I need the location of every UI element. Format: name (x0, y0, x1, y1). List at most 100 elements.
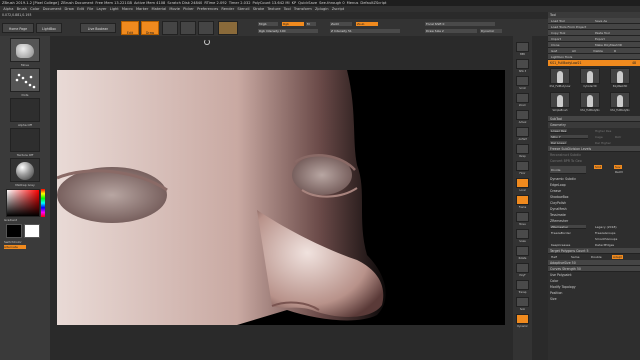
shelf-solo-button[interactable] (516, 297, 529, 307)
brush-thumbnail[interactable] (10, 38, 40, 62)
shelf-dynamic-button[interactable] (516, 314, 529, 324)
double-button[interactable]: Double (590, 255, 603, 259)
tool-all-button[interactable]: All (571, 49, 577, 53)
material-thumbnail[interactable] (10, 158, 40, 182)
zremesher-button[interactable]: ZRemesher (550, 225, 586, 229)
menu-file[interactable]: File (87, 7, 93, 11)
shelf-transp-button[interactable] (516, 280, 529, 290)
menu-tool[interactable]: Tool (284, 7, 291, 11)
tool-import-button[interactable]: Import (550, 37, 562, 41)
smt-toggle[interactable]: Smt (594, 165, 603, 169)
texture-thumbnail[interactable] (10, 128, 40, 152)
stroke-thumbnail[interactable] (10, 68, 40, 92)
rotate-button[interactable] (198, 21, 214, 35)
divide-button[interactable]: Divide (550, 166, 586, 174)
hue-strip[interactable] (41, 189, 45, 217)
dynamic-toggle[interactable]: Dynamic (480, 29, 502, 33)
tool-r-button[interactable]: R (613, 49, 617, 53)
switch-color-button[interactable]: SwitchColor (4, 240, 44, 244)
draw-button[interactable]: Draw (141, 21, 159, 35)
rotate-handle-icon[interactable] (204, 39, 210, 45)
shelf-move-button[interactable] (516, 212, 529, 222)
shelf-scale-button[interactable] (516, 229, 529, 239)
shelf-scroll-button[interactable] (516, 76, 529, 86)
rgb-toggle[interactable]: Rgb (282, 22, 304, 26)
tool-thumbnail[interactable] (580, 68, 600, 84)
rgb-intensity-slider[interactable]: Rgb Intensity 100 (258, 29, 318, 33)
scale-button[interactable] (180, 21, 196, 35)
color-picker[interactable] (6, 189, 40, 217)
tool-load-tool-button[interactable]: Load Tool (550, 19, 566, 23)
tool-make-polymesh3d-button[interactable]: Make PolyMesh3D (594, 43, 623, 47)
tool-thumbnail[interactable] (550, 92, 570, 108)
menu-edit[interactable]: Edit (77, 7, 84, 11)
menu-alpha[interactable]: Alpha (3, 7, 13, 11)
main-color-swatch[interactable] (6, 224, 22, 238)
shelf-actual-button[interactable] (516, 110, 529, 120)
focal-shift-slider[interactable]: Focal Shift 0 (425, 22, 495, 26)
menu-texture[interactable]: Texture (267, 7, 280, 11)
menu-draw[interactable]: Draw (65, 7, 74, 11)
shelf-aahalf-button[interactable] (516, 127, 529, 137)
alternate-button[interactable]: Alternate (4, 245, 26, 249)
tool-thumbnail[interactable] (610, 68, 630, 84)
menu-movie[interactable]: Movie (169, 7, 180, 11)
detect-edges-toggle[interactable]: DetectEdges (594, 243, 615, 247)
menu-zscript[interactable]: Zscript (332, 7, 344, 11)
menu-material[interactable]: Material (152, 7, 167, 11)
mrgb-toggle[interactable]: Mrgb (258, 22, 278, 26)
move-button[interactable] (162, 21, 178, 35)
menu-brush[interactable]: Brush (17, 7, 27, 11)
menu-macro[interactable]: Macro (122, 7, 133, 11)
tool-lightbox-tools-button[interactable]: Lightbox Tools (550, 55, 573, 59)
menu-transform[interactable]: Transform (294, 7, 312, 11)
menu-document[interactable]: Document (43, 7, 62, 11)
home-page-button[interactable]: Home Page (2, 23, 34, 33)
menu-stroke[interactable]: Stroke (253, 7, 264, 11)
zsub-toggle[interactable]: Zsub (356, 22, 378, 26)
tool-copy-tool-button[interactable]: Copy Tool (550, 31, 566, 35)
z-intensity-slider[interactable]: Z Intensity 51 (330, 29, 400, 33)
menu-preferences[interactable]: Preferences (197, 7, 218, 11)
lightbox-button[interactable]: LightBox (36, 23, 62, 33)
3d-viewport[interactable] (57, 70, 505, 325)
suv-toggle[interactable]: Suv (614, 165, 622, 169)
cage-button[interactable]: Cage (594, 135, 604, 139)
tool-clone-button[interactable]: Clone (550, 43, 561, 47)
menu-layer[interactable]: Layer (96, 7, 106, 11)
live-boolean-button[interactable]: Live Boolean (80, 23, 116, 33)
menu-zplugin[interactable]: Zplugin (315, 7, 329, 11)
draw-size-slider[interactable]: Draw Size 2 (425, 29, 477, 33)
freeze-groups-toggle[interactable]: FreezeGroups (594, 231, 616, 235)
size-header[interactable]: Size (548, 296, 640, 302)
adapt-toggle[interactable]: Adapt (612, 255, 623, 259)
menu-picker[interactable]: Picker (183, 7, 194, 11)
material-swatch[interactable] (218, 21, 238, 35)
higher-res-button[interactable]: Higher Res (594, 129, 612, 133)
reuv-toggle[interactable]: ReUV (614, 170, 624, 174)
menu-color[interactable]: Color (30, 7, 39, 11)
shelf-floor-button[interactable] (516, 161, 529, 171)
shelf-frame-button[interactable] (516, 195, 529, 205)
menu-render[interactable]: Render (221, 7, 234, 11)
menu-marker[interactable]: Marker (136, 7, 148, 11)
shelf-persp-button[interactable] (516, 144, 529, 154)
tool-thumbnail[interactable] (580, 92, 600, 108)
tool-export-button[interactable]: Export (594, 37, 606, 41)
shelf-polyf-button[interactable] (516, 263, 529, 273)
tool-goz-button[interactable]: GoZ (550, 49, 558, 53)
same-button[interactable]: Same (570, 255, 581, 259)
m-toggle[interactable]: M (306, 22, 316, 26)
shelf-zoom-button[interactable] (516, 93, 529, 103)
legacy-toggle[interactable]: Legacy (2018) (594, 225, 618, 229)
menu-stencil[interactable]: Stencil (237, 7, 249, 11)
rstr-button[interactable]: Rstr (614, 135, 622, 139)
tool-save-as-button[interactable]: Save As (594, 19, 608, 23)
secondary-color-swatch[interactable] (24, 224, 40, 238)
lower-res-button[interactable]: Lower Res (550, 129, 568, 133)
tool-thumbnail[interactable] (610, 92, 630, 108)
freeze-border-toggle[interactable]: FreezeBorder (550, 231, 572, 235)
sdiv-slider[interactable]: SDiv 7 (550, 135, 588, 139)
tool-paste-tool-button[interactable]: Paste Tool (594, 31, 611, 35)
zadd-toggle[interactable]: Zadd (330, 22, 352, 26)
